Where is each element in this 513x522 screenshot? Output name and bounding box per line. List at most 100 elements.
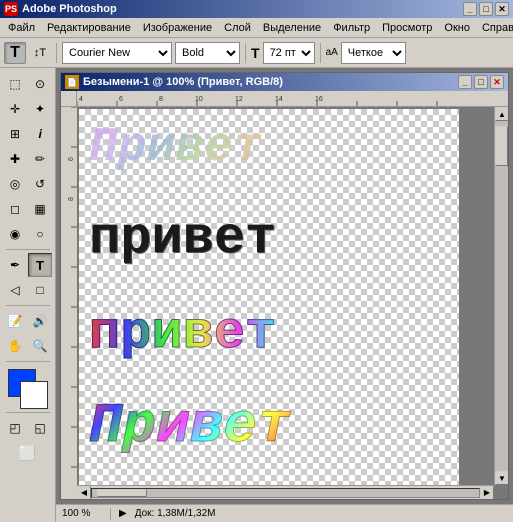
scroll-up-arrow[interactable]: ▲ bbox=[495, 107, 508, 121]
maximize-button[interactable]: □ bbox=[479, 2, 493, 16]
minimize-button[interactable]: _ bbox=[463, 2, 477, 16]
dodge-tool[interactable]: ○ bbox=[28, 222, 52, 246]
eyedropper-tool[interactable]: 𝒊 bbox=[28, 122, 52, 146]
text-layer-3[interactable]: привет bbox=[89, 304, 276, 363]
move-tool[interactable]: ✛ bbox=[3, 97, 27, 121]
main-area: ⬚ ⊙ ✛ ✦ ⊞ 𝒊 ✚ ✏ ◎ ↺ ◻ ▦ ◉ ○ ✒ T bbox=[0, 68, 513, 522]
close-button[interactable]: ✕ bbox=[495, 2, 509, 16]
selection-tool[interactable]: ⬚ bbox=[3, 72, 27, 96]
toolbar-separator-3 bbox=[320, 43, 321, 63]
eraser-tool[interactable]: ◻ bbox=[3, 197, 27, 221]
status-bar: 100 % ▶ Док: 1,38M/1,32M bbox=[56, 504, 513, 522]
status-triangle[interactable]: ▶ bbox=[119, 508, 127, 519]
color-swatch-area bbox=[6, 369, 50, 409]
canvas-area[interactable]: Привет привет привет Привет ▲ ▼ bbox=[77, 107, 508, 499]
menu-edit[interactable]: Редактирование bbox=[41, 20, 137, 36]
svg-text:8: 8 bbox=[68, 197, 75, 201]
window-controls: _ □ ✕ bbox=[463, 2, 509, 16]
tool-row-2: ✛ ✦ bbox=[3, 97, 52, 121]
background-color-swatch[interactable] bbox=[20, 381, 48, 409]
doc-minimize-button[interactable]: _ bbox=[458, 75, 472, 89]
tool-row-1: ⬚ ⊙ bbox=[3, 72, 52, 96]
horizontal-ruler: 4 6 8 10 12 14 16 bbox=[77, 91, 508, 107]
standard-mode[interactable]: ◰ bbox=[3, 416, 27, 440]
doc-close-button[interactable]: ✕ bbox=[490, 75, 504, 89]
canvas-inner: Привет привет привет Привет bbox=[79, 109, 459, 489]
svg-text:14: 14 bbox=[275, 96, 283, 103]
menu-bar: Файл Редактирование Изображение Слой Выд… bbox=[0, 18, 513, 38]
notes-tool[interactable]: 📝 bbox=[3, 309, 27, 333]
font-family-select[interactable]: Courier New bbox=[62, 42, 172, 64]
menu-select[interactable]: Выделение bbox=[257, 20, 327, 36]
blur-tool[interactable]: ◉ bbox=[3, 222, 27, 246]
text-tool[interactable]: T bbox=[28, 253, 52, 277]
tool-row-screen: ⬜ bbox=[16, 441, 40, 465]
font-size-icon: T bbox=[251, 45, 260, 61]
svg-text:10: 10 bbox=[195, 96, 203, 103]
document-title: Безымени-1 @ 100% (Привет, RGB/8) bbox=[83, 76, 458, 88]
menu-view[interactable]: Просмотр bbox=[376, 20, 438, 36]
document-size: Док: 1,38M/1,32M bbox=[135, 508, 507, 519]
vertical-scrollbar[interactable]: ▲ ▼ bbox=[494, 107, 508, 485]
menu-help[interactable]: Справка bbox=[476, 20, 513, 36]
stamp-tool[interactable]: ◎ bbox=[3, 172, 27, 196]
scroll-track-h bbox=[91, 488, 480, 498]
menu-image[interactable]: Изображение bbox=[137, 20, 218, 36]
text-layer-4[interactable]: Привет bbox=[89, 394, 291, 458]
tool-row-6: ◻ ▦ bbox=[3, 197, 52, 221]
audio-tool[interactable]: 🔊 bbox=[28, 309, 52, 333]
menu-window[interactable]: Окно bbox=[438, 20, 476, 36]
scroll-down-arrow[interactable]: ▼ bbox=[495, 471, 508, 485]
svg-text:12: 12 bbox=[235, 96, 243, 103]
hand-tool[interactable]: ✋ bbox=[3, 334, 27, 358]
shape-tool[interactable]: □ bbox=[28, 278, 52, 302]
magic-wand-tool[interactable]: ✦ bbox=[28, 97, 52, 121]
scroll-track-v bbox=[495, 121, 508, 471]
tool-row-5: ◎ ↺ bbox=[3, 172, 52, 196]
tool-row-4: ✚ ✏ bbox=[3, 147, 52, 171]
text-tool-button[interactable]: T bbox=[4, 42, 26, 64]
document-icon: 📄 bbox=[65, 75, 79, 89]
document-window: 📄 Безымени-1 @ 100% (Привет, RGB/8) _ □ … bbox=[60, 72, 509, 500]
screen-mode[interactable]: ⬜ bbox=[16, 441, 40, 465]
font-style-select[interactable]: Bold Regular Italic Bold Italic bbox=[175, 42, 240, 64]
font-size-select[interactable]: 72 пт 12 пт 18 пт 24 пт 36 пт 48 пт bbox=[263, 42, 315, 64]
gradient-tool[interactable]: ▦ bbox=[28, 197, 52, 221]
tool-row-8: ✒ T bbox=[3, 253, 52, 277]
antialiasing-label: аА bbox=[326, 47, 338, 58]
zoom-tool[interactable]: 🔍 bbox=[28, 334, 52, 358]
app-icon: PS bbox=[4, 2, 18, 16]
scroll-thumb-h[interactable] bbox=[97, 489, 147, 497]
document-content: 4 6 8 10 12 14 16 bbox=[61, 91, 508, 499]
text-layer-1[interactable]: Привет bbox=[89, 121, 262, 175]
crop-tool[interactable]: ⊞ bbox=[3, 122, 27, 146]
options-toolbar: T ↕T Courier New Bold Regular Italic Bol… bbox=[0, 38, 513, 68]
tool-row-11: ✋ 🔍 bbox=[3, 334, 52, 358]
tool-row-3: ⊞ 𝒊 bbox=[3, 122, 52, 146]
quickmask-mode[interactable]: ◱ bbox=[28, 416, 52, 440]
scroll-thumb-v[interactable] bbox=[495, 126, 508, 166]
history-brush-tool[interactable]: ↺ bbox=[28, 172, 52, 196]
text-layer-2[interactable]: привет bbox=[89, 209, 276, 268]
healing-tool[interactable]: ✚ bbox=[3, 147, 27, 171]
menu-file[interactable]: Файл bbox=[2, 20, 41, 36]
path-select-tool[interactable]: ◁ bbox=[3, 278, 27, 302]
scroll-left-arrow[interactable]: ◀ bbox=[77, 486, 91, 500]
ruler-v-svg: 6 8 bbox=[61, 107, 77, 499]
svg-text:8: 8 bbox=[159, 96, 163, 103]
text-orientation-button[interactable]: ↕T bbox=[29, 42, 51, 64]
doc-restore-button[interactable]: □ bbox=[474, 75, 488, 89]
menu-layer[interactable]: Слой bbox=[218, 20, 257, 36]
lasso-tool[interactable]: ⊙ bbox=[28, 72, 52, 96]
scroll-right-arrow[interactable]: ▶ bbox=[480, 486, 494, 500]
ruler-corner bbox=[61, 91, 77, 107]
horizontal-scrollbar[interactable]: ◀ ▶ bbox=[77, 485, 494, 499]
tools-separator-3 bbox=[6, 361, 50, 362]
brush-tool[interactable]: ✏ bbox=[28, 147, 52, 171]
menu-filter[interactable]: Фильтр bbox=[327, 20, 376, 36]
status-separator bbox=[110, 508, 111, 520]
antialiasing-select[interactable]: Четкое Резкое Плавное Нет bbox=[341, 42, 406, 64]
canvas-container: 📄 Безымени-1 @ 100% (Привет, RGB/8) _ □ … bbox=[56, 68, 513, 522]
toolbar-separator-1 bbox=[56, 43, 57, 63]
pen-tool[interactable]: ✒ bbox=[3, 253, 27, 277]
